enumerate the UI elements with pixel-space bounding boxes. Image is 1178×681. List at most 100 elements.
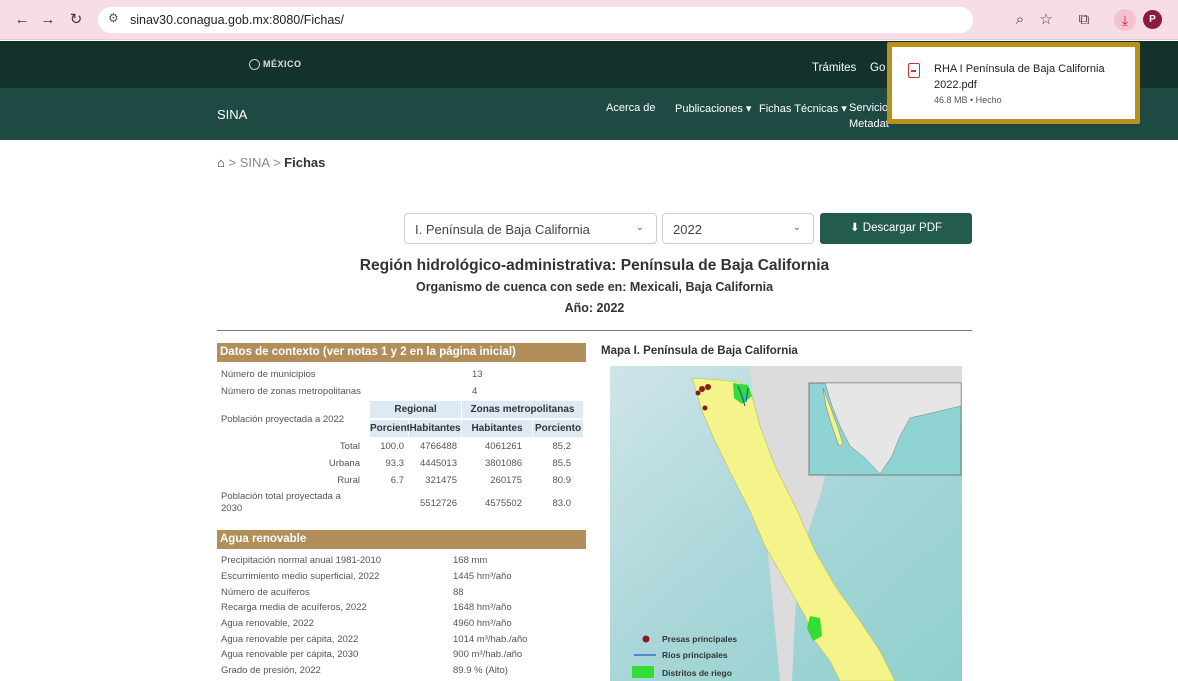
page-subtitle: Organismo de cuenca con sede en: Mexical… bbox=[415, 280, 774, 294]
menu-acerca[interactable]: Acerca de bbox=[606, 102, 656, 114]
pob2030-label: Población total proyectada a 2030 bbox=[221, 491, 341, 514]
agua-header: Agua renovable bbox=[217, 530, 586, 549]
profile-avatar[interactable]: P bbox=[1143, 10, 1162, 29]
table-cell: 4575502 bbox=[485, 498, 522, 509]
irrigation-legend-icon bbox=[632, 666, 654, 678]
breadcrumb: ⌂ > SINA > Fichas bbox=[217, 155, 325, 170]
table-cell: 321475 bbox=[425, 475, 457, 486]
url-text: sinav30.conagua.gob.mx:8080/Fichas/ bbox=[130, 13, 345, 27]
table-cell: 5512726 bbox=[420, 498, 457, 509]
page-title: Región hidrológico-administrativa: Penín… bbox=[359, 257, 830, 274]
seal-icon bbox=[249, 59, 260, 71]
col-porciento-zm: Porciento bbox=[533, 420, 583, 437]
table-cell: 85.5 bbox=[552, 458, 572, 469]
agua-row-value: 900 m³/hab./año bbox=[453, 649, 523, 660]
table-cell: 85.2 bbox=[552, 441, 572, 452]
agua-row-value: 4960 hm³/año bbox=[453, 618, 512, 629]
agua-row-label: Número de acuíferos bbox=[221, 587, 310, 598]
gobierno-link[interactable]: Go bbox=[870, 62, 885, 74]
legend-rios: Ríos principales bbox=[662, 650, 728, 660]
star-icon[interactable]: ☆ bbox=[1036, 10, 1056, 30]
legend-presas: Presas principales bbox=[662, 634, 738, 644]
row-total-label: Total bbox=[339, 441, 360, 452]
agua-row-label: Grado de presión, 2022 bbox=[221, 665, 321, 676]
agua-row-label: Recarga media de acuíferos, 2022 bbox=[221, 602, 367, 613]
home-icon[interactable]: ⌂ bbox=[217, 155, 225, 170]
menu-metadatos[interactable]: Metadat bbox=[849, 118, 889, 130]
legend-distritos: Distritos de riego bbox=[662, 668, 732, 678]
col-habitantes: Habitantes bbox=[409, 420, 461, 437]
agua-row-label: Escurrimiento medio superficial, 2022 bbox=[221, 571, 380, 582]
forward-icon[interactable]: → bbox=[38, 10, 58, 30]
region-select-value: I. Península de Baja California bbox=[415, 222, 590, 237]
table-cell: 3801086 bbox=[485, 458, 522, 469]
dam-marker bbox=[695, 390, 701, 396]
table-cell: 4445013 bbox=[420, 458, 457, 469]
col-porciento: Porciento bbox=[370, 420, 416, 437]
region-select[interactable]: I. Península de Baja California ⌄ bbox=[404, 213, 657, 244]
table-cell: 100.0 bbox=[380, 441, 404, 452]
agua-row-value: 88 bbox=[453, 587, 464, 598]
regional-group-header: Regional bbox=[370, 401, 461, 418]
back-icon[interactable]: ← bbox=[12, 10, 32, 30]
table-cell: 6.7 bbox=[390, 475, 404, 486]
table-cell: 80.9 bbox=[552, 475, 572, 486]
dam-marker bbox=[699, 386, 705, 392]
tramites-link[interactable]: Trámites bbox=[812, 62, 856, 74]
dam-legend-icon bbox=[642, 635, 650, 643]
breadcrumb-sep: > bbox=[228, 155, 237, 170]
sina-brand[interactable]: SINA bbox=[217, 107, 247, 122]
agua-row-label: Precipitación normal anual 1981-2010 bbox=[221, 555, 382, 566]
download-status: 46.8 MB • Hecho bbox=[934, 95, 1002, 105]
zoom-icon[interactable]: ⌕ bbox=[1010, 10, 1030, 30]
year-select[interactable]: 2022 ⌄ bbox=[662, 213, 814, 244]
divider bbox=[217, 330, 972, 331]
gobierno-mexico-logo[interactable]: MÉXICO bbox=[249, 59, 302, 71]
site-info-icon[interactable]: ⚙ bbox=[108, 11, 119, 25]
agua-row-value: 1445 hm³/año bbox=[453, 571, 512, 582]
pdf-file-icon bbox=[908, 63, 920, 78]
row-rural-label: Rural bbox=[337, 475, 360, 486]
table-cell: 93.3 bbox=[385, 458, 405, 469]
extensions-icon[interactable]: ⧉ bbox=[1074, 10, 1094, 30]
zonas-label: Número de zonas metropolitanas bbox=[221, 386, 361, 397]
poblacion-label: Población proyectada a 2022 bbox=[221, 414, 345, 425]
chevron-down-icon: ⌄ bbox=[635, 222, 644, 233]
download-icon[interactable]: ⤓ bbox=[1114, 9, 1136, 31]
dam-marker bbox=[705, 384, 711, 390]
download-pdf-button[interactable]: ⬇ Descargar PDF bbox=[820, 213, 972, 244]
breadcrumb-current: Fichas bbox=[284, 155, 326, 170]
download-pdf-label: Descargar PDF bbox=[862, 222, 943, 234]
menu-fichas-tecnicas[interactable]: Fichas Técnicas ▾ bbox=[759, 102, 847, 115]
zonas-group-header: Zonas metropolitanas bbox=[462, 401, 583, 418]
download-filename[interactable]: RHA I Península de Baja California 2022.… bbox=[934, 61, 1134, 93]
chevron-down-icon: ⌄ bbox=[792, 222, 801, 233]
dam-marker bbox=[702, 405, 708, 411]
municipios-label: Número de municipios bbox=[221, 369, 316, 380]
page-year: Año: 2022 bbox=[564, 301, 625, 315]
context-header: Datos de contexto (ver notas 1 y 2 en la… bbox=[217, 343, 586, 362]
table-cell: 260175 bbox=[490, 475, 522, 486]
download-popup[interactable]: RHA I Península de Baja California 2022.… bbox=[887, 42, 1140, 124]
zonas-value: 4 bbox=[472, 386, 478, 397]
agua-row-value: 1648 hm³/año bbox=[453, 602, 512, 613]
browser-toolbar: ← → ↻ ⚙ sinav30.conagua.gob.mx:8080/Fich… bbox=[0, 0, 1178, 40]
col-habitantes-zm: Habitantes bbox=[462, 420, 532, 437]
address-bar[interactable]: ⚙ sinav30.conagua.gob.mx:8080/Fichas/ bbox=[98, 7, 973, 33]
breadcrumb-sina[interactable]: SINA bbox=[240, 155, 270, 170]
reload-icon[interactable]: ↻ bbox=[66, 10, 86, 30]
table-cell: 4061261 bbox=[485, 441, 522, 452]
agua-row-label: Agua renovable per cápita, 2030 bbox=[221, 649, 359, 660]
agua-row-value: 1014 m³/hab./año bbox=[453, 634, 528, 645]
agua-row-value: 168 mm bbox=[453, 555, 488, 566]
map-title: Mapa I. Península de Baja California bbox=[601, 345, 798, 357]
menu-publicaciones[interactable]: Publicaciones ▾ bbox=[675, 102, 751, 115]
logo-text: MÉXICO bbox=[263, 59, 302, 69]
municipios-value: 13 bbox=[472, 369, 483, 380]
agua-row-label: Agua renovable per cápita, 2022 bbox=[221, 634, 359, 645]
year-select-value: 2022 bbox=[673, 222, 702, 237]
region-map[interactable]: Presas principales Ríos principales Dist… bbox=[610, 366, 962, 681]
menu-servicios[interactable]: Servicio bbox=[849, 102, 888, 114]
download-icon: ⬇ bbox=[849, 222, 860, 234]
table-cell: 4766488 bbox=[420, 441, 457, 452]
